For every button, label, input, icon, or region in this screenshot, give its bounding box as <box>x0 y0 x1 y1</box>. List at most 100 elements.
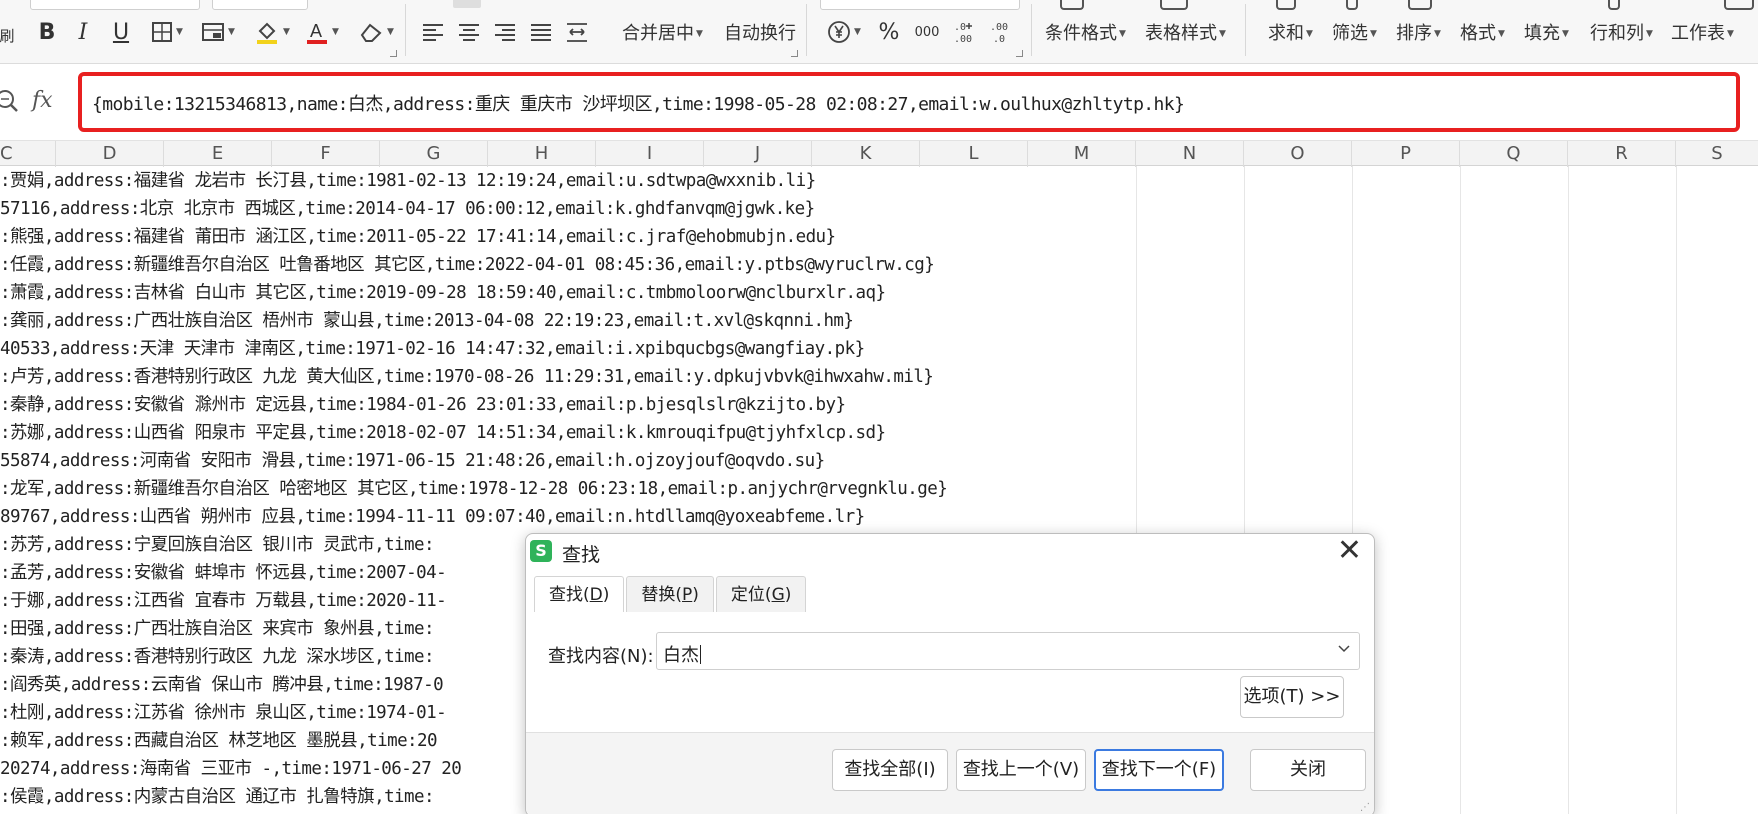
merge-center-button[interactable]: 合并居中 ▼ <box>622 19 703 45</box>
sort-icon <box>1408 0 1432 10</box>
align-center-button[interactable] <box>456 16 482 48</box>
cell-row[interactable]: :苏娜,address:山西省 阳泉市 平定县,time:2018-02-07 … <box>0 419 886 447</box>
close-icon[interactable]: ✕ <box>1337 535 1362 567</box>
format-painter-label[interactable]: 刷 <box>0 19 15 51</box>
column-header[interactable]: E <box>164 141 272 167</box>
cell-row[interactable]: :阎秀英,address:云南省 保山市 腾冲县,time:1987-0 <box>0 671 444 699</box>
cell-row[interactable]: :田强,address:广西壮族自治区 来宾市 象州县,time: <box>0 615 435 643</box>
worksheet-icon <box>1724 0 1754 10</box>
cell-row[interactable]: :秦涛,address:香港特别行政区 九龙 深水埗区,time: <box>0 643 435 671</box>
column-header[interactable]: I <box>596 141 704 167</box>
column-header[interactable]: F <box>272 141 380 167</box>
tab-find[interactable]: 查找(D) <box>534 576 625 612</box>
align-top-button[interactable] <box>453 0 481 8</box>
resize-grip-icon[interactable]: ⋰ <box>1360 802 1370 813</box>
cell-row[interactable]: :卢芳,address:香港特别行政区 九龙 黄大仙区,time:1970-08… <box>0 363 934 391</box>
column-header[interactable]: L <box>920 141 1028 167</box>
column-header[interactable]: N <box>1136 141 1244 167</box>
column-header[interactable]: O <box>1244 141 1352 167</box>
find-all-button[interactable]: 查找全部(I) <box>832 749 948 791</box>
cell-row[interactable]: :苏芳,address:宁夏回族自治区 银川市 灵武市,time: <box>0 531 435 559</box>
fill-button[interactable]: 填充 ▼ <box>1524 19 1569 45</box>
distributed-button[interactable] <box>564 16 590 48</box>
dialog-title-bar[interactable]: S 查找 ✕ <box>526 534 1374 574</box>
align-left-button[interactable] <box>420 16 446 48</box>
zoom-icon[interactable] <box>0 88 22 120</box>
rows-cols-button[interactable]: 行和列 ▼ <box>1590 19 1653 45</box>
conditional-format-button[interactable]: 条件格式 ▼ <box>1045 19 1126 45</box>
column-header[interactable]: C <box>0 141 56 167</box>
fill-label: 填充 <box>1524 23 1560 44</box>
cell-row[interactable]: 55874,address:河南省 安阳市 滑县,time:1971-06-15… <box>0 447 825 475</box>
cell-row[interactable]: 40533,address:天津 天津市 津南区,time:1971-02-16… <box>0 335 865 363</box>
column-header[interactable]: H <box>488 141 596 167</box>
currency-button[interactable]: ▼ <box>822 16 866 48</box>
borders-button[interactable]: ▼ <box>148 16 186 48</box>
format-button[interactable]: 格式 ▼ <box>1460 19 1505 45</box>
find-previous-button[interactable]: 查找上一个(V) <box>956 749 1086 791</box>
clear-format-button[interactable]: ▼ <box>356 16 396 48</box>
underline-button[interactable]: U <box>110 16 132 48</box>
column-header[interactable]: S <box>1676 141 1758 167</box>
worksheet-button[interactable]: 工作表 ▼ <box>1671 19 1734 45</box>
increase-decimal-button[interactable]: .0.00 <box>950 16 980 48</box>
cell-row[interactable]: :孟芳,address:安徽省 蚌埠市 怀远县,time:2007-04- <box>0 559 447 587</box>
align-right-button[interactable] <box>492 16 518 48</box>
cell-row[interactable]: 20274,address:海南省 三亚市 -,time:1971-06-27 … <box>0 755 462 783</box>
column-header[interactable]: J <box>704 141 812 167</box>
column-header[interactable]: P <box>1352 141 1460 167</box>
sum-button[interactable]: 求和 ▼ <box>1268 19 1313 45</box>
cell-row[interactable]: :侯霞,address:内蒙古自治区 通辽市 扎鲁特旗,time: <box>0 783 435 811</box>
align-right-icon <box>495 24 515 41</box>
filter-button[interactable]: 筛选 ▼ <box>1332 19 1377 45</box>
cell-row[interactable]: :贾娟,address:福建省 龙岩市 长汀县,time:1981-02-13 … <box>0 167 816 195</box>
column-header[interactable]: D <box>56 141 164 167</box>
wrap-text-button[interactable]: 自动换行 <box>724 19 796 45</box>
font-size-box[interactable] <box>212 0 308 10</box>
font-color-button[interactable]: A ▼ <box>302 16 342 48</box>
close-button[interactable]: 关闭 <box>1250 749 1366 791</box>
tab-goto[interactable]: 定位(G) <box>715 576 807 612</box>
column-header[interactable]: M <box>1028 141 1136 167</box>
separator <box>1245 4 1246 56</box>
sort-button[interactable]: 排序 ▼ <box>1396 19 1441 45</box>
chevron-down-icon[interactable] <box>1337 641 1351 659</box>
table-style-button[interactable]: 表格样式 ▼ <box>1145 19 1226 45</box>
cell-row[interactable]: :龙军,address:新疆维吾尔自治区 哈密地区 其它区,time:1978-… <box>0 475 948 503</box>
fx-icon[interactable]: fx <box>32 88 53 113</box>
percent-button[interactable]: % <box>876 16 902 48</box>
cell-row[interactable]: :龚丽,address:广西壮族自治区 梧州市 蒙山县,time:2013-04… <box>0 307 854 335</box>
cell-row[interactable]: :任霞,address:新疆维吾尔自治区 吐鲁番地区 其它区,time:2022… <box>0 251 935 279</box>
column-header[interactable]: K <box>812 141 920 167</box>
cell-row[interactable]: :秦静,address:安徽省 滁州市 定远县,time:1984-01-26 … <box>0 391 846 419</box>
options-button[interactable]: 选项(T) >> <box>1240 676 1344 718</box>
cell-row[interactable]: 89767,address:山西省 朔州市 应县,time:1994-11-11… <box>0 503 865 531</box>
thousands-button[interactable]: 000 <box>912 16 942 48</box>
alignment-group-launcher[interactable] <box>791 50 798 57</box>
italic-button[interactable]: I <box>72 16 94 48</box>
cell-row[interactable]: :于娜,address:江西省 宜春市 万载县,time:2020-11- <box>0 587 447 615</box>
find-input[interactable]: 白杰 <box>656 632 1360 670</box>
column-header[interactable]: Q <box>1460 141 1568 167</box>
font-group-launcher[interactable] <box>390 50 397 57</box>
justify-button[interactable] <box>528 16 554 48</box>
table-style-icon <box>1160 0 1188 10</box>
bold-button[interactable]: B <box>36 16 58 48</box>
tab-goto-label: 定位( <box>730 585 772 605</box>
formula-input[interactable]: {mobile:13215346813,name:白杰,address:重庆 重… <box>78 72 1740 132</box>
number-format-box[interactable] <box>820 0 1020 10</box>
cell-row[interactable]: :熊强,address:福建省 莆田市 涵江区,time:2011-05-22 … <box>0 223 836 251</box>
cell-row[interactable]: :杜刚,address:江苏省 徐州市 泉山区,time:1974-01- <box>0 699 447 727</box>
fill-color-button[interactable]: ▼ <box>252 16 292 48</box>
number-group-launcher[interactable] <box>1016 50 1023 57</box>
cell-row[interactable]: :赖军,address:西藏自治区 林芝地区 墨脱县,time:20 <box>0 727 438 755</box>
column-header[interactable]: G <box>380 141 488 167</box>
find-next-button[interactable]: 查找下一个(F) <box>1094 749 1224 791</box>
font-name-box[interactable] <box>30 0 200 10</box>
cell-style-button[interactable]: ▼ <box>198 16 238 48</box>
decrease-decimal-button[interactable]: .00.0 <box>986 16 1016 48</box>
cell-row[interactable]: :萧霞,address:吉林省 白山市 其它区,time:2019-09-28 … <box>0 279 886 307</box>
tab-replace[interactable]: 替换(P) <box>626 576 714 612</box>
cell-row[interactable]: 57116,address:北京 北京市 西城区,time:2014-04-17… <box>0 195 815 223</box>
column-header[interactable]: R <box>1568 141 1676 167</box>
